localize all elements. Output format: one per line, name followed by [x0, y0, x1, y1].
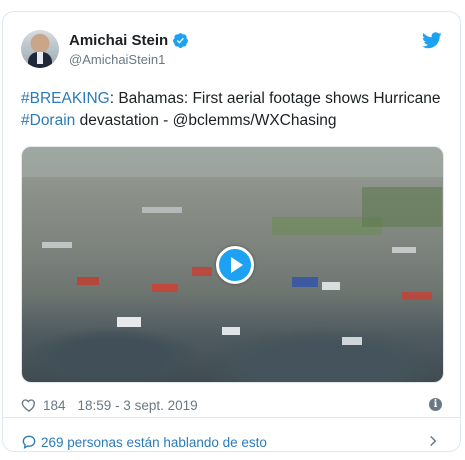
tweet-header: Amichai Stein @AmichaiStein1	[21, 30, 442, 70]
chevron-right-icon	[430, 435, 437, 447]
conversation-label: 269 personas están hablando de esto	[41, 434, 267, 450]
video-thumbnail[interactable]	[21, 146, 444, 383]
tweet-meta: 184 18:59 - 3 sept. 2019 i	[21, 395, 442, 415]
author-name-row: Amichai Stein	[69, 32, 189, 49]
play-icon[interactable]	[216, 246, 254, 284]
tweet-text-segment: devastation - @bclemms/WXChasing	[75, 112, 337, 129]
like-count[interactable]: 184	[43, 398, 66, 413]
conversation-link[interactable]: 269 personas están hablando de esto	[21, 432, 442, 452]
tweet-text: #BREAKING: Bahamas: First aerial footage…	[21, 88, 446, 132]
tweet-timestamp[interactable]: 18:59 - 3 sept. 2019	[78, 398, 198, 413]
info-icon[interactable]: i	[429, 398, 442, 411]
tweet-text-segment: : Bahamas: First aerial footage shows Hu…	[109, 90, 441, 107]
tweet-card[interactable]: Amichai Stein @AmichaiStein1 #BREAKING: …	[2, 11, 461, 452]
author-handle[interactable]: @AmichaiStein1	[69, 52, 165, 67]
verified-badge-icon	[173, 33, 189, 48]
twitter-bird-icon[interactable]	[422, 32, 442, 49]
divider	[3, 417, 460, 418]
heart-icon[interactable]	[21, 397, 37, 413]
author-avatar[interactable]	[21, 30, 59, 68]
hashtag-breaking-link[interactable]: #BREAKING	[21, 90, 110, 107]
speech-bubble-icon	[22, 435, 36, 449]
hashtag-dorain-link[interactable]: #Dorain	[21, 112, 75, 129]
author-name[interactable]: Amichai Stein	[69, 32, 168, 49]
